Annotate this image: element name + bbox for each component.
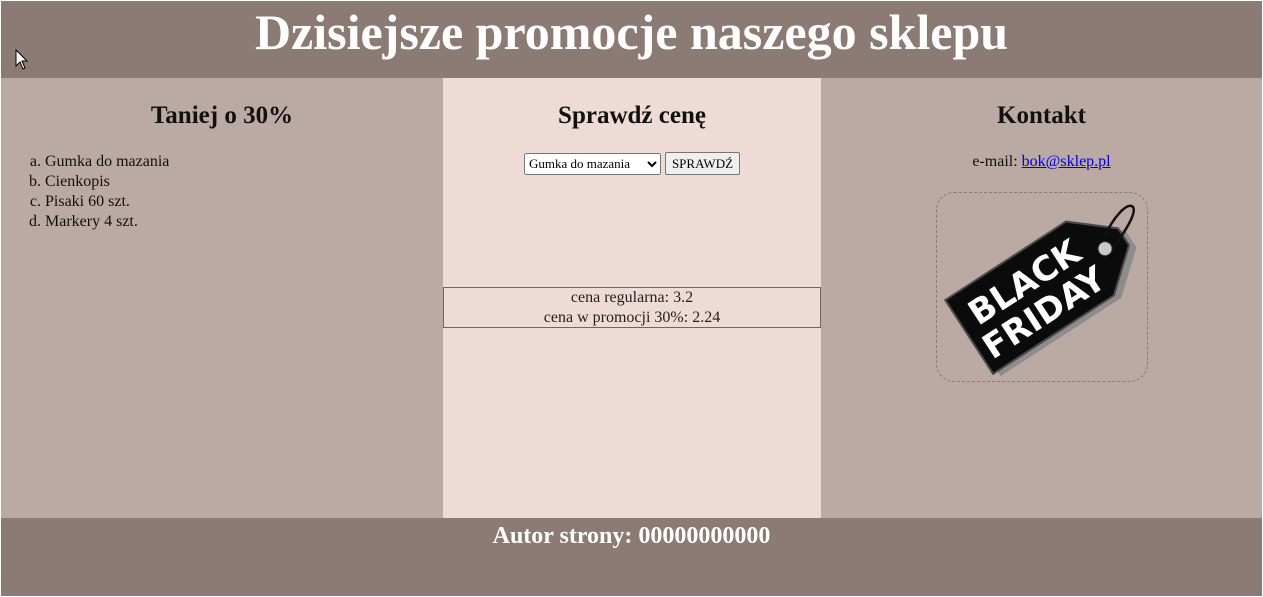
page-frame: Dzisiejsze promocje naszego sklepu Tanie…	[1, 1, 1262, 596]
product-select[interactable]: Gumka do mazania	[523, 152, 661, 175]
email-link[interactable]: bok@sklep.pl	[1022, 153, 1111, 170]
contact-heading: Kontakt	[997, 102, 1086, 129]
price-check-column: Sprawdź cenę Gumka do mazania SPRAWDŹ ce…	[443, 78, 821, 518]
promo-list-item: Cienkopis	[45, 172, 443, 192]
promo-list-item: Gumka do mazania	[45, 152, 443, 172]
page-header: Dzisiejsze promocje naszego sklepu	[1, 1, 1262, 78]
mouse-pointer-icon	[15, 49, 29, 70]
black-friday-image-frame: BLACK FRIDAY	[936, 192, 1148, 382]
contact-email-line: e-mail: bok@sklep.pl	[821, 153, 1262, 171]
page-footer: Autor strony: 00000000000	[1, 518, 1262, 596]
promo-list-item: Pisaki 60 szt.	[45, 192, 443, 212]
promo-price-text: cena w promocji 30%: 2.24	[543, 309, 721, 326]
promo-column: Taniej o 30% Gumka do mazania Cienkopis …	[1, 78, 443, 518]
price-check-form: Gumka do mazania SPRAWDŹ	[443, 152, 821, 175]
author-text: Autor strony: 00000000000	[492, 523, 771, 549]
contact-column: Kontakt e-mail: bok@sklep.pl BLACK FRIDA…	[821, 78, 1262, 518]
price-result-box: cena regularna: 3.2 cena w promocji 30%:…	[443, 287, 821, 328]
black-friday-tag-image: BLACK FRIDAY	[943, 204, 1137, 377]
check-price-button[interactable]: SPRAWDŹ	[664, 152, 741, 175]
email-label: e-mail:	[972, 153, 1022, 170]
price-check-heading: Sprawdź cenę	[558, 102, 706, 129]
regular-price-text: cena regularna: 3.2	[570, 289, 694, 306]
promo-list-item: Markery 4 szt.	[45, 212, 443, 232]
promo-list: Gumka do mazania Cienkopis Pisaki 60 szt…	[1, 152, 443, 232]
page-title: Dzisiejsze promocje naszego sklepu	[254, 4, 1009, 60]
promo-heading: Taniej o 30%	[150, 102, 294, 129]
